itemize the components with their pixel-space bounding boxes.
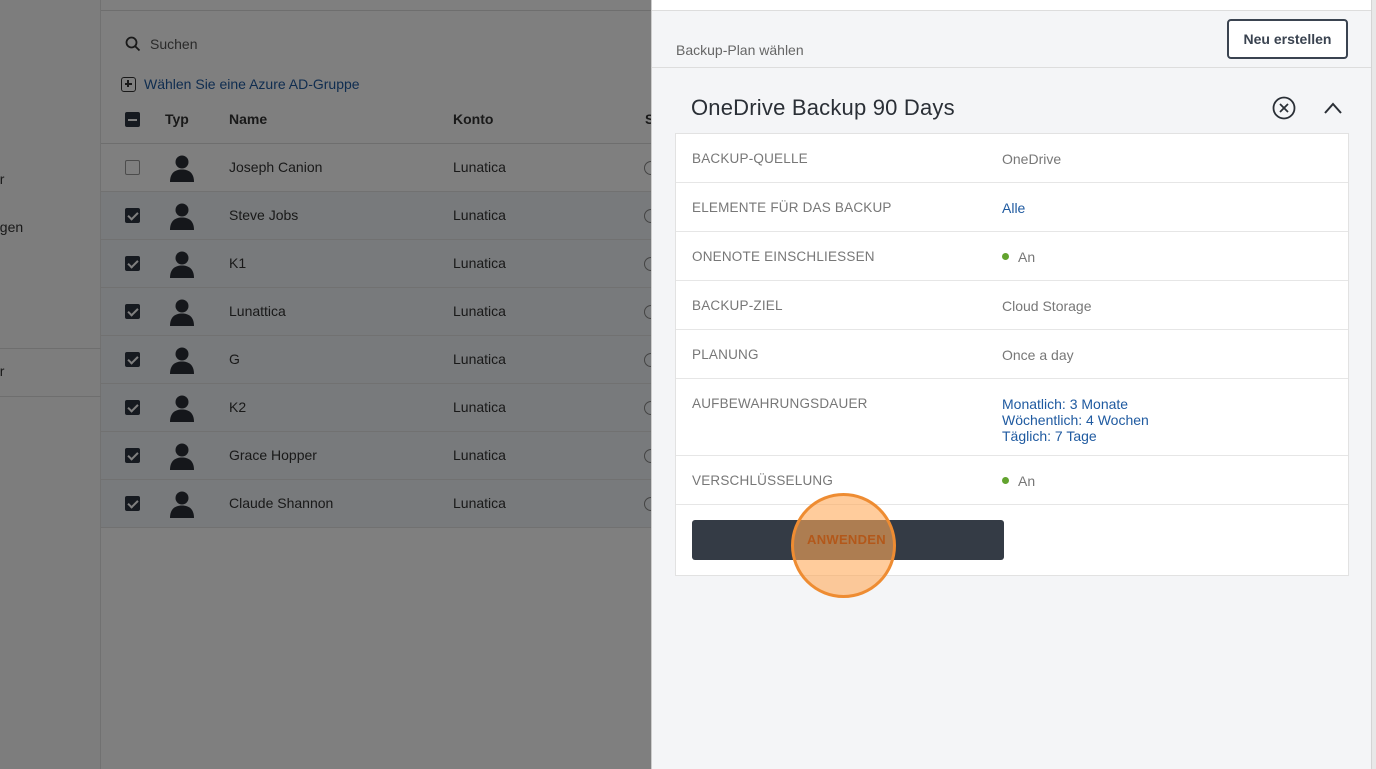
panel-subtitle: Backup-Plan wählen [676,42,804,58]
panel-scrollbar[interactable] [1371,0,1376,769]
retention-daily: Täglich: 7 Tage [1002,428,1097,444]
panel-top-strip [652,0,1372,11]
plan-details: BACKUP-QUELLE OneDrive ELEMENTE FÜR DAS … [675,133,1349,576]
detail-value: Once a day [1002,347,1074,363]
close-circle-icon[interactable] [1272,96,1296,120]
detail-value-status: An [1002,249,1035,265]
detail-row-encryption: VERSCHLÜSSELUNG An [676,456,1348,505]
backup-plan-panel: Backup-Plan wählen Neu erstellen OneDriv… [651,0,1376,769]
detail-row-backup-target: BACKUP-ZIEL Cloud Storage [676,281,1348,330]
detail-value: OneDrive [1002,151,1062,167]
chevron-up-icon[interactable] [1322,98,1344,118]
detail-row-retention: AUFBEWAHRUNGSDAUER Monatlich: 3 Monate W… [676,379,1348,456]
detail-row-backup-items: ELEMENTE FÜR DAS BACKUP Alle [676,183,1348,232]
retention-monthly: Monatlich: 3 Monate [1002,396,1129,412]
detail-value-status: An [1002,473,1035,489]
detail-row-onenote: ONENOTE EINSCHLIESSEN An [676,232,1348,281]
panel-header: Backup-Plan wählen Neu erstellen [652,11,1372,68]
retention-values[interactable]: Monatlich: 3 Monate Wöchentlich: 4 Woche… [1002,396,1149,444]
detail-label: BACKUP-ZIEL [692,298,783,313]
retention-weekly: Wöchentlich: 4 Wochen [1002,412,1149,428]
detail-label: ELEMENTE FÜR DAS BACKUP [692,200,892,215]
modal-backdrop[interactable] [0,0,651,769]
detail-label: ONENOTE EINSCHLIESSEN [692,249,875,264]
detail-value: Cloud Storage [1002,298,1092,314]
status-text: An [1018,473,1036,489]
status-dot-icon [1002,477,1009,484]
detail-label: AUFBEWAHRUNGSDAUER [692,396,868,411]
apply-button[interactable] [692,520,1004,560]
detail-label: PLANUNG [692,347,759,362]
status-dot-icon [1002,253,1009,260]
plan-title: OneDrive Backup 90 Days [691,95,955,120]
status-text: An [1018,249,1036,265]
backup-items-link[interactable]: Alle [1002,200,1025,216]
detail-label: VERSCHLÜSSELUNG [692,473,834,488]
create-new-button[interactable]: Neu erstellen [1227,19,1348,59]
detail-row-schedule: PLANUNG Once a day [676,330,1348,379]
detail-row-backup-source: BACKUP-QUELLE OneDrive [676,134,1348,183]
detail-label: BACKUP-QUELLE [692,151,808,166]
